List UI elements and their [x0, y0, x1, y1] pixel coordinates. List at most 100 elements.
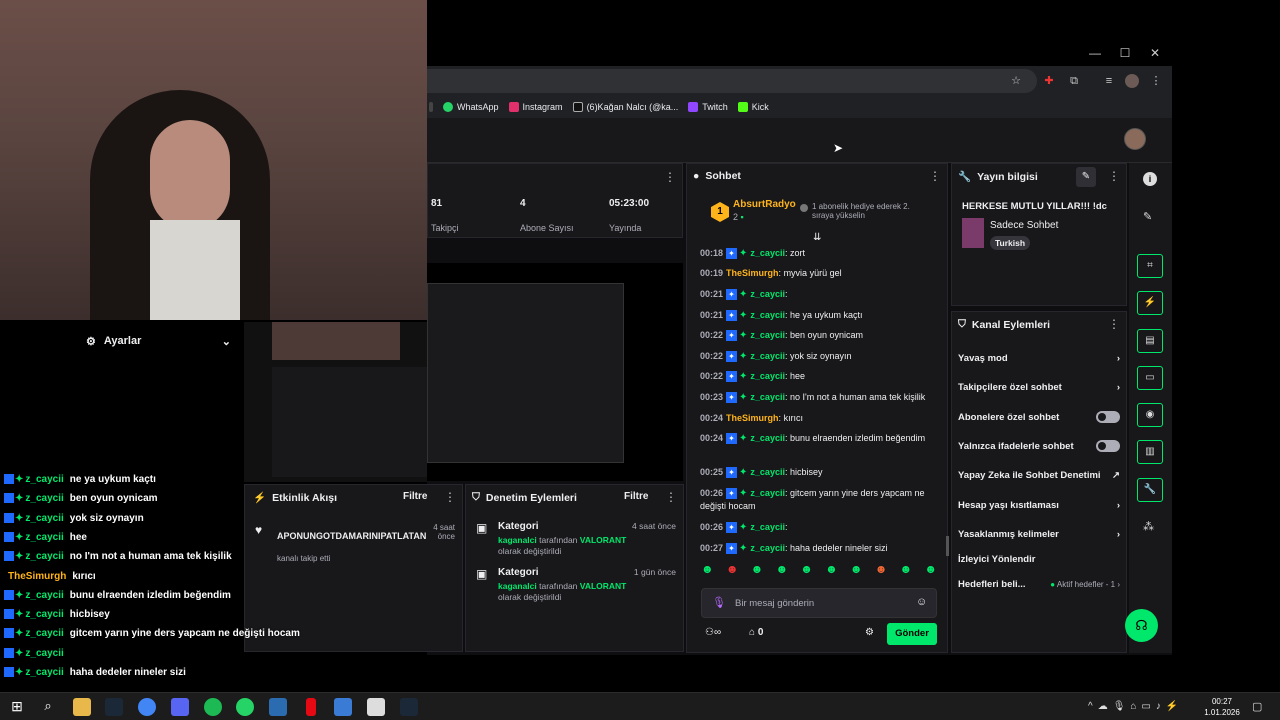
bookmark-twitch[interactable]: Twitch — [688, 102, 728, 112]
send-button[interactable]: Gönder — [887, 623, 937, 645]
chat-scrollbar[interactable] — [946, 536, 949, 556]
search-icon[interactable]: ⌕ — [39, 698, 57, 716]
chrome-icon[interactable] — [138, 698, 156, 716]
support-headset-icon[interactable]: ☊ — [1125, 609, 1158, 642]
chat-input[interactable]: 🎙 Bir mesaj gönderin ☺ — [701, 588, 937, 618]
bookmark-whatsapp[interactable]: WhatsApp — [443, 102, 499, 112]
spotify-icon[interactable] — [204, 698, 222, 716]
address-field[interactable]: ☆ — [427, 69, 1037, 93]
message-username[interactable]: z_caycii — [750, 248, 785, 258]
message-username[interactable]: TheSimurgh — [726, 413, 779, 423]
chat-menu-icon[interactable]: ⋮ — [929, 169, 941, 183]
media-icon[interactable]: ≡ — [1102, 74, 1116, 88]
emote-icon[interactable]: ☻ — [701, 562, 714, 580]
user-avatar[interactable] — [1124, 128, 1146, 150]
bookmark-instagram[interactable]: Instagram — [508, 102, 563, 112]
emote-bar[interactable]: ☻ ☻ ☻ ☻ ☻ ☻ ☻ ☻ ☻ ☻ — [701, 562, 937, 580]
maximize-icon[interactable]: ☐ — [1110, 40, 1140, 66]
steam-icon[interactable] — [105, 698, 123, 716]
moderation-filter-button[interactable]: Filtre — [624, 491, 648, 502]
points-display[interactable]: ⌂ 0 — [749, 627, 763, 638]
message-username[interactable]: z_caycii — [750, 488, 785, 498]
subs-only-row[interactable]: Abonelere özel sohbet — [958, 407, 1120, 427]
server-icon[interactable]: ▥ — [1137, 440, 1163, 464]
screenshot-icon[interactable]: ⌗ — [1137, 254, 1163, 278]
emote-icon[interactable]: ☻ — [800, 562, 813, 580]
system-tray-icons[interactable]: ^☁🎙⌂▭♪⚡ — [1088, 701, 1183, 712]
ai-moderation-row[interactable]: Yapay Zeka ile Sohbet Denetimi ↗ — [958, 465, 1120, 485]
star-icon[interactable]: ☆ — [1009, 74, 1023, 88]
app-icon[interactable] — [334, 698, 352, 716]
message-username[interactable]: z_caycii — [750, 543, 785, 553]
goals-row[interactable]: Hedefleri beli... ● Aktif hedefler - 1 › — [958, 574, 1120, 594]
slow-mode-row[interactable]: Yavaş mod › — [958, 348, 1120, 368]
app-icon[interactable] — [269, 698, 287, 716]
stats-menu-icon[interactable]: ⋮ — [664, 170, 676, 184]
lightning-icon[interactable]: ⚡ — [1137, 291, 1163, 315]
netflix-icon[interactable] — [306, 698, 316, 716]
chat-icon[interactable]: ▭ — [1137, 366, 1163, 390]
emoji-icon[interactable]: ☺ — [916, 596, 927, 608]
mic-icon[interactable]: 🎙 — [712, 596, 726, 609]
settings-toggle[interactable]: ⚙ Ayarlar ⌄ — [86, 335, 231, 348]
chat-settings-icon[interactable]: ⚙ — [865, 627, 874, 638]
activity-filter-button[interactable]: Filtre — [403, 491, 427, 502]
bookmark-kick[interactable]: Kick — [737, 102, 769, 112]
followers-only-row[interactable]: Takipçilere özel sohbet › — [958, 377, 1120, 397]
emote-icon[interactable]: ☻ — [900, 562, 913, 580]
stream-info-menu-icon[interactable]: ⋮ — [1108, 169, 1120, 183]
emote-icon[interactable]: ☻ — [775, 562, 788, 580]
infinity-icon[interactable]: ⚇∞ — [705, 627, 721, 638]
bookmark-tiktok[interactable]: (6)Kağan Nalcı (@ka... — [572, 102, 678, 112]
message-username[interactable]: z_caycii — [750, 433, 785, 443]
minimize-icon[interactable]: — — [1080, 40, 1110, 66]
chrome-menu-icon[interactable]: ⋮ — [1149, 74, 1163, 88]
message-username[interactable]: z_caycii — [750, 330, 785, 340]
activity-menu-icon[interactable]: ⋮ — [444, 490, 456, 504]
profile-avatar[interactable] — [1125, 74, 1139, 88]
host-row[interactable]: İzleyici Yönlendir — [958, 549, 1120, 569]
document-icon[interactable]: ▤ — [1137, 329, 1163, 353]
emote-icon[interactable]: ☻ — [850, 562, 863, 580]
message-username[interactable]: z_caycii — [750, 522, 785, 532]
emote-icon[interactable]: ☻ — [726, 562, 739, 580]
emote-only-row[interactable]: Yalnızca ifadelerle sohbet — [958, 436, 1120, 456]
account-age-row[interactable]: Hesap yaşı kısıtlaması › — [958, 495, 1120, 515]
message-username[interactable]: z_caycii — [750, 392, 785, 402]
channel-actions-menu-icon[interactable]: ⋮ — [1108, 317, 1120, 331]
steam-icon[interactable] — [400, 698, 418, 716]
banned-words-row[interactable]: Yasaklanmış kelimeler › — [958, 524, 1120, 544]
stream-preview[interactable] — [427, 263, 683, 481]
clock[interactable]: 00:27 1.01.2026 — [1200, 696, 1244, 718]
emote-icon[interactable]: ☻ — [751, 562, 764, 580]
emote-only-toggle[interactable] — [1096, 440, 1120, 452]
moderation-menu-icon[interactable]: ⋮ — [665, 490, 677, 504]
broadcast-icon[interactable]: ◉ — [1137, 403, 1163, 427]
emote-icon[interactable]: ☻ — [875, 562, 888, 580]
scroll-down-icon[interactable]: ⇊ — [813, 232, 821, 243]
info-icon[interactable]: i — [1143, 172, 1157, 186]
discord-icon[interactable] — [171, 698, 189, 716]
wrench-icon[interactable]: 🔧 — [1137, 478, 1163, 502]
windows-start-icon[interactable]: ⊞ — [8, 698, 26, 716]
message-username[interactable]: z_caycii — [750, 310, 785, 320]
app-icon[interactable] — [367, 698, 385, 716]
extension-red-icon[interactable]: ✚ — [1042, 74, 1056, 88]
message-username[interactable]: z_caycii — [750, 351, 785, 361]
subs-only-toggle[interactable] — [1096, 411, 1120, 423]
whatsapp-icon[interactable] — [236, 698, 254, 716]
close-icon[interactable]: ✕ — [1140, 40, 1170, 66]
puzzle-icon[interactable]: ⧉ — [1067, 74, 1081, 88]
edit-icon[interactable]: ✎ — [1076, 167, 1096, 187]
emote-icon[interactable]: ☻ — [924, 562, 937, 580]
leader-username[interactable]: AbsurtRadyo — [733, 199, 796, 210]
message-username[interactable]: TheSimurgh — [726, 268, 779, 278]
notification-icon[interactable]: ▢ — [1252, 700, 1262, 713]
message-username[interactable]: z_caycii — [750, 371, 785, 381]
pencil-icon[interactable]: ✎ — [1143, 210, 1152, 223]
cluster-icon[interactable]: ⁂ — [1143, 520, 1154, 533]
emote-icon[interactable]: ☻ — [825, 562, 838, 580]
file-explorer-icon[interactable] — [73, 698, 91, 716]
message-username[interactable]: z_caycii — [750, 467, 785, 477]
message-username[interactable]: z_caycii — [750, 289, 785, 299]
